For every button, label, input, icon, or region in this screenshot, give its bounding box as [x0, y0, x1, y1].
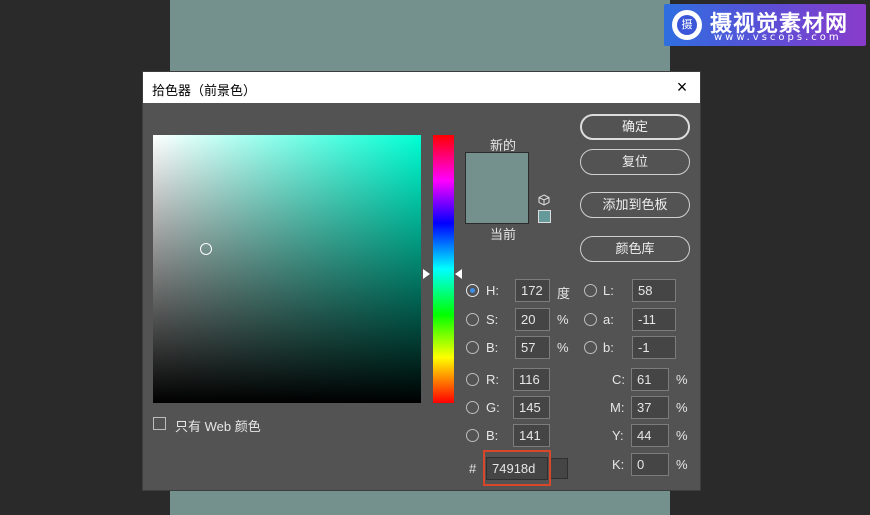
saturation-label: S:: [486, 312, 499, 327]
add-to-swatches-button[interactable]: 添加到色板: [580, 192, 690, 218]
color-field-marker[interactable]: [200, 243, 212, 255]
b-lab-label: b:: [603, 340, 614, 355]
reset-button[interactable]: 复位: [580, 149, 690, 175]
magenta-unit: %: [676, 400, 688, 415]
lightness-input[interactable]: 58: [632, 279, 676, 302]
yellow-unit: %: [676, 428, 688, 443]
magenta-label: M:: [610, 400, 625, 415]
black-unit: %: [676, 457, 688, 472]
cube-icon[interactable]: [538, 194, 550, 206]
black-input[interactable]: 0: [631, 453, 669, 476]
yellow-label: Y:: [612, 428, 624, 443]
radio-lightness[interactable]: [584, 284, 597, 297]
hue-slider[interactable]: [433, 135, 454, 403]
blue-label: B:: [486, 428, 499, 443]
green-input[interactable]: 145: [513, 396, 550, 419]
a-input[interactable]: -11: [632, 308, 676, 331]
web-only-checkbox[interactable]: [153, 417, 166, 430]
dialog-titlebar: 拾色器（前景色） ×: [143, 72, 700, 103]
dialog-title: 拾色器（前景色）: [152, 83, 257, 98]
watermark-banner: 摄 摄视觉素材网 www.vscops.com: [664, 4, 866, 46]
current-color-swatch[interactable]: [466, 188, 528, 223]
color-picker-dialog: 拾色器（前景色） × 新的 当前 确定 复位 添加到色板 颜色库 只有 Web …: [142, 71, 701, 491]
blue-input[interactable]: 141: [513, 424, 550, 447]
b-lab-input[interactable]: -1: [632, 336, 676, 359]
red-input[interactable]: 116: [513, 368, 550, 391]
close-icon[interactable]: ×: [672, 77, 692, 97]
radio-saturation[interactable]: [466, 313, 479, 326]
radio-brightness[interactable]: [466, 341, 479, 354]
brightness-unit: %: [557, 340, 569, 355]
magenta-input[interactable]: 37: [631, 396, 669, 419]
color-libraries-button[interactable]: 颜色库: [580, 236, 690, 262]
yellow-input[interactable]: 44: [631, 424, 669, 447]
watermark-url: www.vscops.com: [714, 32, 842, 43]
green-label: G:: [486, 400, 500, 415]
ok-button[interactable]: 确定: [580, 114, 690, 140]
current-color-label: 当前: [489, 227, 516, 242]
red-label: R:: [486, 372, 499, 387]
radio-a[interactable]: [584, 313, 597, 326]
cyan-input[interactable]: 61: [631, 368, 669, 391]
websafe-color-swatch[interactable]: [538, 210, 551, 223]
hue-slider-right-arrow-icon[interactable]: [455, 269, 462, 279]
hue-unit: 度: [557, 286, 571, 301]
a-label: a:: [603, 312, 614, 327]
cyan-unit: %: [676, 372, 688, 387]
radio-b-lab[interactable]: [584, 341, 597, 354]
saturation-unit: %: [557, 312, 569, 327]
hex-label: #: [469, 461, 477, 476]
web-only-label: 只有 Web 颜色: [175, 419, 261, 434]
saturation-input[interactable]: 20: [515, 308, 550, 331]
brightness-input[interactable]: 57: [515, 336, 550, 359]
hex-highlight-box: [483, 450, 551, 486]
brightness-label: B:: [486, 340, 499, 355]
radio-green[interactable]: [466, 401, 479, 414]
hue-slider-left-arrow-icon[interactable]: [423, 269, 430, 279]
radio-blue[interactable]: [466, 429, 479, 442]
black-label: K:: [612, 457, 625, 472]
radio-hue[interactable]: [466, 284, 479, 297]
lightness-label: L:: [603, 283, 614, 298]
color-preview: [465, 152, 529, 224]
radio-red[interactable]: [466, 373, 479, 386]
hex-field-end: [549, 458, 568, 479]
cyan-label: C:: [612, 372, 625, 387]
watermark-logo-icon: 摄: [672, 10, 702, 40]
hue-label: H:: [486, 283, 499, 298]
new-color-swatch: [466, 153, 528, 188]
color-field[interactable]: [153, 135, 421, 403]
hue-input[interactable]: 172: [515, 279, 550, 302]
